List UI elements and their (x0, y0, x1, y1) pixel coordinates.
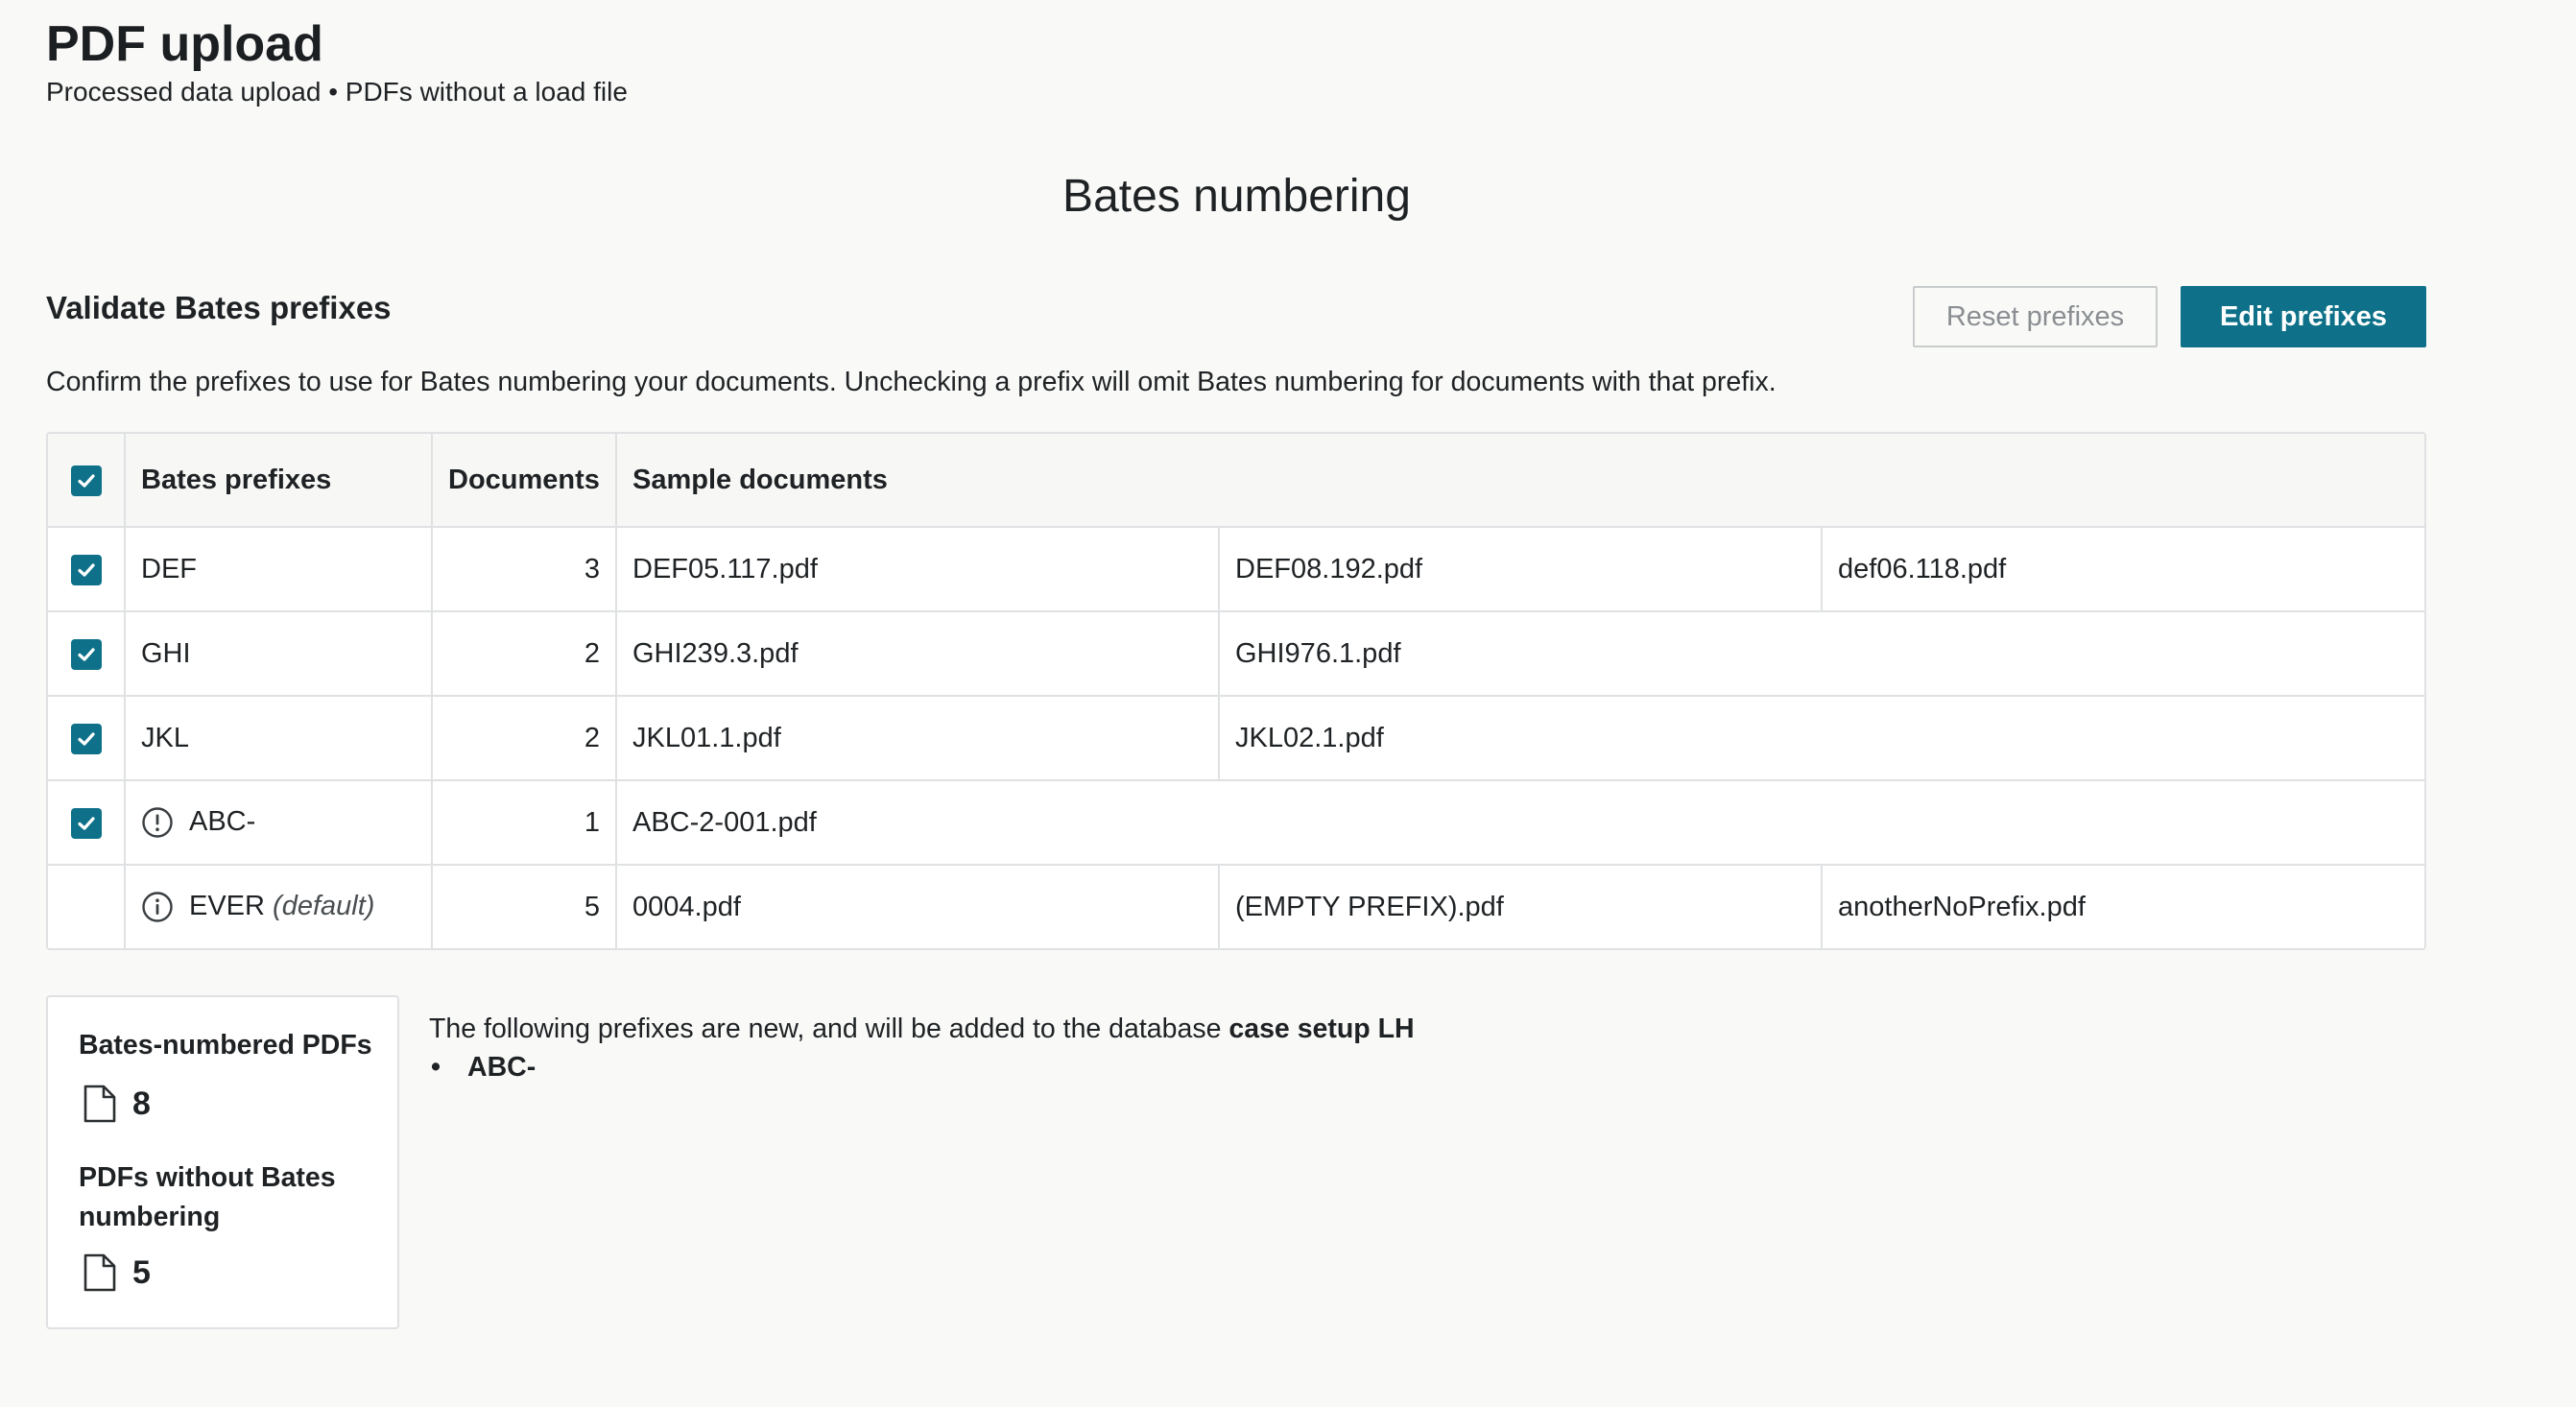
prefixes-table: Bates prefixes Documents Sample document… (46, 432, 2426, 950)
without-bates-label: PDFs without Bates numbering (79, 1162, 336, 1232)
check-icon (77, 474, 95, 488)
validate-prefixes-heading: Validate Bates prefixes (46, 290, 392, 325)
row-checkbox[interactable] (70, 554, 102, 585)
check-icon (77, 732, 95, 746)
default-tag: (default) (273, 890, 375, 921)
page-subtitle: Processed data upload • PDFs without a l… (46, 77, 628, 107)
page-title: PDF upload (46, 16, 323, 72)
sample-document-cell: anotherNoPrefix.pdf (1838, 891, 2086, 922)
sample-document-cell: DEF05.117.pdf (616, 527, 1220, 612)
sample-document-cell: GHI976.1.pdf (1219, 611, 2424, 697)
prefix-cell: ABC- (125, 780, 433, 866)
sample-document-cell: JKL01.1.pdf (616, 696, 1220, 781)
bates-numbered-stat: 8 (83, 1084, 151, 1124)
bates-numbered-label: Bates-numbered PDFs (79, 1030, 372, 1061)
column-header-documents: Documents (432, 434, 617, 528)
row-checkbox-cell (48, 780, 126, 866)
reset-prefixes-button[interactable]: Reset prefixes (1913, 286, 2158, 347)
prefix-cell: DEF (125, 527, 433, 612)
document-icon (83, 1253, 116, 1292)
check-icon (77, 563, 95, 577)
stats-card: Bates-numbered PDFs 8 PDFs without Bates… (46, 995, 399, 1329)
row-checkbox-cell (48, 696, 126, 781)
document-count-cell: 3 (432, 527, 617, 612)
new-prefixes-list: ABC- (429, 1048, 1415, 1086)
new-prefixes-notice: The following prefixes are new, and will… (429, 1010, 1415, 1086)
document-count-cell: 2 (432, 611, 617, 697)
section-heading: Bates numbering (1062, 171, 1411, 222)
select-all-checkbox[interactable] (70, 465, 102, 496)
document-count-cell: 2 (432, 696, 617, 781)
sample-document-cell: 0004.pdf (616, 865, 1220, 948)
select-all-cell (48, 434, 126, 528)
row-checkbox-cell-empty (48, 865, 126, 948)
prefix-cell: EVER (default) (125, 865, 433, 948)
prefix-label: ABC- (189, 805, 256, 837)
sample-document-cell: def06.118.pdf (1822, 527, 2424, 612)
database-name: case setup LH (1228, 1014, 1415, 1044)
row-checkbox[interactable] (70, 638, 102, 670)
prefix-label: EVER (189, 890, 265, 921)
sample-document-cell: JKL02.1.pdf (1219, 696, 2424, 781)
document-icon (83, 1085, 116, 1123)
notice-message: The following prefixes are new, and will… (429, 1014, 1229, 1044)
table-row: GHI 2 GHI239.3.pdf GHI976.1.pdf (48, 611, 2424, 697)
column-header-prefix: Bates prefixes (125, 434, 433, 528)
edit-prefixes-button[interactable]: Edit prefixes (2181, 286, 2426, 347)
without-bates-stat: 5 (83, 1252, 151, 1293)
table-row: DEF 3 DEF05.117.pdf DEF08.192.pdf def06.… (48, 527, 2424, 612)
sample-document-cell: (EMPTY PREFIX).pdf (1219, 865, 1823, 948)
section-description: Confirm the prefixes to use for Bates nu… (46, 367, 1777, 397)
check-icon (77, 648, 95, 661)
without-bates-count: 5 (132, 1253, 151, 1291)
alert-circle-icon (142, 807, 173, 838)
document-count-cell: 5 (432, 865, 617, 948)
row-checkbox-cell (48, 527, 126, 612)
bates-numbered-count: 8 (132, 1085, 151, 1122)
sample-document-cell: GHI239.3.pdf (616, 611, 1220, 697)
row-checkbox[interactable] (70, 723, 102, 754)
prefix-cell: GHI (125, 611, 433, 697)
notice-text: The following prefixes are new, and will… (429, 1010, 1415, 1048)
row-checkbox-cell (48, 611, 126, 697)
table-row: JKL 2 JKL01.1.pdf JKL02.1.pdf (48, 696, 2424, 781)
document-count-cell: 1 (432, 780, 617, 866)
check-icon (77, 817, 95, 830)
prefix-cell: JKL (125, 696, 433, 781)
sample-document-cell: ABC-2-001.pdf (616, 780, 2424, 866)
table-row: ABC- 1 ABC-2-001.pdf (48, 780, 2424, 866)
row-checkbox[interactable] (70, 807, 102, 839)
table-header-row: Bates prefixes Documents Sample document… (48, 434, 2424, 528)
table-row: EVER (default) 5 0004.pdf (EMPTY PREFIX)… (48, 865, 2424, 948)
column-header-samples: Sample documents (616, 434, 2424, 528)
sample-document-cell: DEF08.192.pdf (1219, 527, 1823, 612)
info-circle-icon (142, 892, 173, 922)
list-item: ABC- (429, 1048, 1415, 1086)
